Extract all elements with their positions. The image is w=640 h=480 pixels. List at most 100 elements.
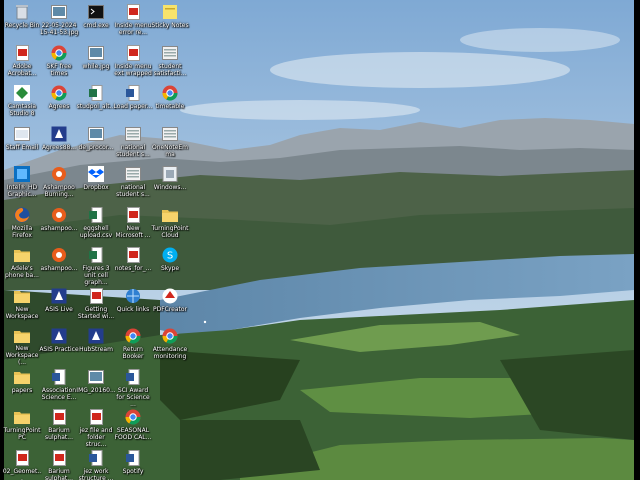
word-doc-icon	[125, 368, 141, 385]
pdfcreator-icon	[162, 288, 178, 304]
desktop-icon-label: notes_for_...	[114, 265, 152, 272]
chrome-icon	[162, 85, 178, 101]
desktop-icon[interactable]: notes_for_...	[113, 245, 153, 285]
cmd-icon	[88, 4, 104, 20]
pdf-icon	[125, 206, 141, 223]
desktop-icon[interactable]: OneNoteEmma	[150, 124, 190, 164]
skype-icon: S	[162, 247, 178, 263]
desktop-icon[interactable]: Agrees88...	[39, 124, 79, 164]
desktop-icon-label: Return Booker	[122, 346, 144, 360]
desktop-icon-label: IMG_20160...	[76, 386, 116, 394]
desktop-icon-label: Intel® HD Graphic...	[6, 184, 38, 198]
desktop-icon[interactable]: Intel® HD Graphic...	[2, 164, 42, 204]
desktop-icon[interactable]: 02_Geomet... (RecLattice...	[2, 448, 42, 480]
desktop-icon-label: Getting Started wi...	[77, 305, 115, 320]
desktop-icon[interactable]: Sticky Notes	[150, 2, 190, 42]
desktop-icon[interactable]: TurningPoint PC	[2, 407, 42, 447]
desktop-icon[interactable]: Spotify	[113, 448, 153, 480]
desktop-icon-label: ASIS Live	[45, 305, 73, 313]
desktop-icon[interactable]: Adobe Acrobat...	[2, 43, 42, 83]
desktop-icon[interactable]: New Workspace	[2, 286, 42, 326]
word-doc-icon	[125, 85, 141, 101]
desktop-icon[interactable]: ASIS Live	[39, 286, 79, 326]
desktop-icon[interactable]: Inside menu ext wrapped	[113, 43, 153, 83]
network-icon	[125, 288, 141, 304]
desktop-icon[interactable]: Quick links	[113, 286, 153, 326]
desktop[interactable]: Recycle Bin Adobe Acrobat... Camtasia Stud…	[0, 0, 640, 480]
folder-icon	[14, 328, 30, 343]
desktop-icon-label: Barium sulphat...	[45, 427, 73, 441]
desktop-icon-label: SEASONAL FOOD CAL...	[114, 427, 152, 441]
desktop-icon[interactable]: TurningPoint Cloud	[150, 205, 190, 245]
word-doc-icon	[125, 449, 141, 466]
desktop-icon-label: Barium sulphat...	[45, 467, 73, 480]
desktop-icon[interactable]: jez work structure ...	[76, 448, 116, 480]
desktop-icon-label: 22-05-2024 15-41-53.jpg	[39, 22, 79, 36]
desktop-icon[interactable]: Adele's phone ba...	[2, 245, 42, 285]
desktop-icon[interactable]: Camtasia Studio 8	[2, 83, 42, 123]
desktop-icon-label: Adobe Acrobat...	[7, 62, 37, 77]
desktop-icon[interactable]: Staff Email	[2, 124, 42, 164]
desktop-icon[interactable]: student satisfacti...	[150, 43, 190, 83]
desktop-icon[interactable]: papers	[2, 367, 42, 407]
desktop-icon[interactable]: Ashampoo Burning...	[39, 164, 79, 204]
desktop-icon-label: Mozilla Firefox	[11, 224, 33, 239]
desktop-icon-label: national student s...	[116, 184, 150, 198]
desktop-icon[interactable]: eggshell upload.csv	[76, 205, 116, 245]
desktop-icon-label: 02_Geomet... (RecLattice...	[2, 467, 42, 480]
desktop-icon[interactable]: ASIS Practice	[39, 326, 79, 366]
folder-icon	[14, 288, 30, 304]
desktop-icon-label: eggshell upload.csv	[79, 224, 113, 239]
desktop-icon[interactable]: Load paper...	[113, 83, 153, 123]
desktop-icon[interactable]: timetable	[150, 83, 190, 123]
desktop-icon[interactable]: ashampoo...	[39, 245, 79, 285]
desktop-icon[interactable]: Windows...	[150, 164, 190, 204]
desktop-icon[interactable]: Inside menu error re...	[113, 2, 153, 42]
desktop-icon[interactable]: Attendance monitoring	[150, 326, 190, 366]
desktop-icon[interactable]: Association Science E...	[39, 367, 79, 407]
desktop-icon-label: while.jpg	[82, 62, 110, 70]
desktop-icon[interactable]: Agrees	[39, 83, 79, 123]
desktop-icon-label: TurningPoint Cloud	[151, 224, 189, 239]
desktop-icon[interactable]: IMG_20160...	[76, 367, 116, 407]
desktop-icon[interactable]: Getting Started wi...	[76, 286, 116, 326]
chrome-icon	[51, 45, 67, 61]
desktop-icon[interactable]: studpol_alt...	[76, 83, 116, 123]
desktop-icon[interactable]: Barium sulphat...	[39, 448, 79, 480]
desktop-icon[interactable]: PDFCreator	[150, 286, 190, 326]
chrome-icon	[162, 328, 178, 344]
image-file-icon	[88, 45, 104, 61]
desktop-icon[interactable]: national student s...	[113, 124, 153, 164]
desktop-icon[interactable]: Recycle Bin	[2, 2, 42, 42]
desktop-icon[interactable]: Mozilla Firefox	[2, 205, 42, 245]
desktop-icon-label: Agrees	[48, 103, 70, 110]
desktop-icon-label: Quick links	[116, 305, 150, 313]
desktop-icon[interactable]: Dropbox	[76, 164, 116, 204]
pdf-icon	[125, 4, 141, 20]
desktop-icon[interactable]: national student s...	[113, 164, 153, 204]
generic-file-icon	[125, 166, 141, 182]
windows-file-icon	[162, 166, 178, 182]
desktop-icon[interactable]: Figures 3 unit cell graph...	[76, 245, 116, 286]
camtasia-icon	[14, 85, 30, 101]
desktop-icon-label: Association Science E...	[41, 386, 77, 401]
desktop-icon[interactable]: S Skype	[150, 245, 190, 285]
desktop-icon[interactable]: jez file and folder struc...	[76, 407, 116, 448]
desktop-icon-label: papers	[11, 386, 33, 394]
desktop-icon[interactable]: cmd.exe	[76, 2, 116, 42]
desktop-icon[interactable]: Return Booker	[113, 326, 153, 366]
desktop-icon[interactable]: SCI Award for Science ...	[113, 367, 153, 408]
desktop-icon[interactable]: while.jpg	[76, 43, 116, 83]
pdf-icon	[14, 449, 30, 466]
desktop-icon[interactable]: New Workspace (...	[2, 326, 42, 366]
desktop-icon[interactable]: New Microsoft ...	[113, 205, 153, 245]
desktop-icon[interactable]: SKF free times	[39, 43, 79, 83]
desktop-icon[interactable]: de_procor...	[76, 124, 116, 164]
desktop-icon-label: Recycle Bin	[4, 22, 40, 29]
desktop-icon[interactable]: 22-05-2024 15-41-53.jpg	[39, 2, 79, 42]
desktop-icon[interactable]: HubStream	[76, 326, 116, 366]
desktop-icon[interactable]: Barium sulphat...	[39, 407, 79, 447]
desktop-icon[interactable]: SEASONAL FOOD CAL...	[113, 407, 153, 447]
ashampoo-icon	[51, 166, 67, 182]
desktop-icon[interactable]: ashampoo...	[39, 205, 79, 245]
